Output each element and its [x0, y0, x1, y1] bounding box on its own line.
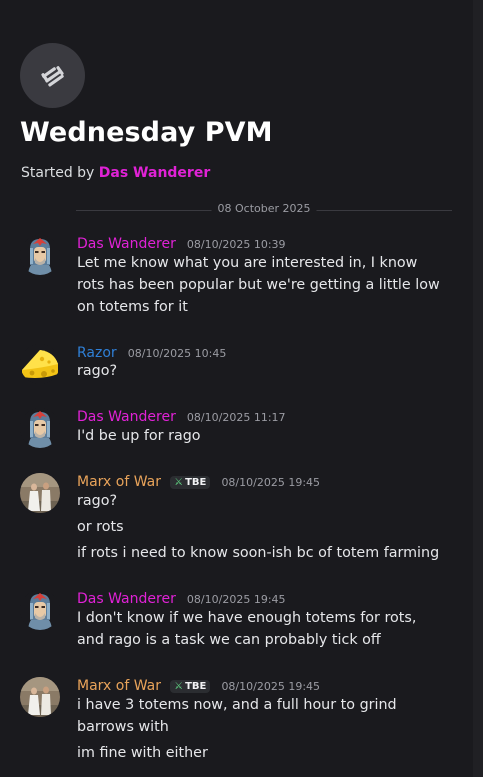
date-divider: 08 October 2025: [76, 200, 452, 220]
message-text: i have 3 totems now, and a full hour to …: [77, 697, 397, 735]
started-by-label: Started by: [21, 165, 95, 181]
knight-avatar-icon: [20, 408, 60, 448]
divider-date: 08 October 2025: [211, 202, 317, 215]
username[interactable]: Das Wanderer: [77, 409, 176, 425]
avatar-razor[interactable]: [20, 344, 60, 384]
thread-author-link[interactable]: Das Wanderer: [99, 165, 210, 181]
avatar-marx-of-war[interactable]: [20, 677, 60, 717]
clan-tag[interactable]: ⚔ TBE: [170, 476, 211, 489]
message-text: rago?: [77, 363, 118, 379]
message-text: Let me know what you are interested in, …: [77, 255, 440, 315]
username[interactable]: Das Wanderer: [77, 591, 176, 607]
message-text: rago?: [77, 493, 118, 509]
avatar-das-wanderer[interactable]: [20, 590, 60, 630]
thread-glyph-icon: [40, 65, 64, 87]
username[interactable]: Das Wanderer: [77, 236, 176, 252]
username[interactable]: Razor: [77, 345, 117, 361]
message-text: I don't know if we have enough totems fo…: [77, 610, 417, 648]
clan-tag-label: TBE: [185, 681, 207, 692]
avatar-marx-of-war[interactable]: [20, 473, 60, 513]
message-text: if rots i need to know soon-ish bc of to…: [77, 545, 440, 561]
avatar-das-wanderer[interactable]: [20, 408, 60, 448]
photo-avatar-icon: [20, 473, 60, 513]
timestamp: 08/10/2025 11:17: [186, 411, 286, 424]
timestamp: 08/10/2025 10:45: [127, 347, 227, 360]
message-header: Marx of War ⚔ TBE 08/10/2025 19:45: [77, 675, 321, 694]
timestamp: 08/10/2025 19:45: [221, 476, 321, 489]
message-header: Das Wanderer 08/10/2025 11:17: [77, 406, 286, 425]
knight-avatar-icon: [20, 235, 60, 275]
cheese-avatar-icon: [20, 344, 60, 384]
sword-icon: ⚔: [174, 681, 184, 692]
thread-title: Wednesday PVM: [20, 117, 273, 148]
message-text: or rots: [77, 519, 124, 535]
username[interactable]: Marx of War: [77, 474, 161, 490]
message-text: im fine with either: [77, 745, 208, 761]
knight-avatar-icon: [20, 590, 60, 630]
timestamp: 08/10/2025 19:45: [221, 680, 321, 693]
timestamp: 08/10/2025 19:45: [186, 593, 286, 606]
scrollbar-track[interactable]: [473, 0, 483, 777]
clan-tag[interactable]: ⚔ TBE: [170, 680, 211, 693]
thread-started-by: Started by Das Wanderer: [21, 165, 210, 181]
clan-tag-label: TBE: [185, 477, 207, 488]
message-header: Razor 08/10/2025 10:45: [77, 342, 227, 361]
timestamp: 08/10/2025 10:39: [186, 238, 286, 251]
message-header: Das Wanderer 08/10/2025 19:45: [77, 588, 286, 607]
thread-icon: [20, 43, 85, 108]
message-header: Marx of War ⚔ TBE 08/10/2025 19:45: [77, 471, 321, 490]
sword-icon: ⚔: [174, 477, 184, 488]
username[interactable]: Marx of War: [77, 678, 161, 694]
avatar-das-wanderer[interactable]: [20, 235, 60, 275]
message-header: Das Wanderer 08/10/2025 10:39: [77, 233, 286, 252]
photo-avatar-icon: [20, 677, 60, 717]
message-text: I'd be up for rago: [77, 428, 201, 444]
